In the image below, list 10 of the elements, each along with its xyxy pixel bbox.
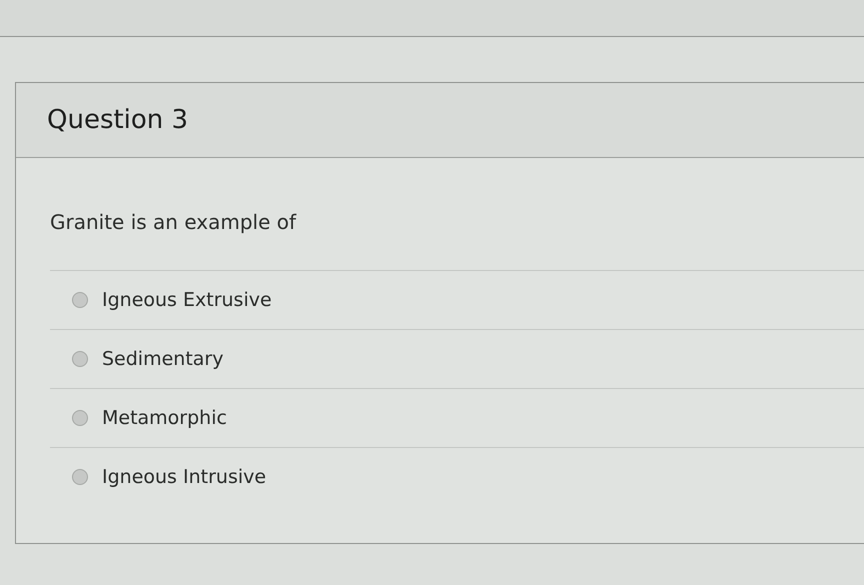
radio-button[interactable] <box>72 410 88 426</box>
radio-button[interactable] <box>72 351 88 367</box>
radio-button[interactable] <box>72 469 88 485</box>
answer-option[interactable]: Sedimentary <box>102 348 224 370</box>
question-title: Question 3 <box>47 105 188 135</box>
radio-button[interactable] <box>72 292 88 308</box>
answer-option[interactable]: Igneous Intrusive <box>102 466 266 488</box>
answer-option[interactable]: Metamorphic <box>102 407 227 429</box>
answer-option[interactable]: Igneous Extrusive <box>102 289 272 311</box>
question-text: Granite is an example of <box>50 210 298 234</box>
